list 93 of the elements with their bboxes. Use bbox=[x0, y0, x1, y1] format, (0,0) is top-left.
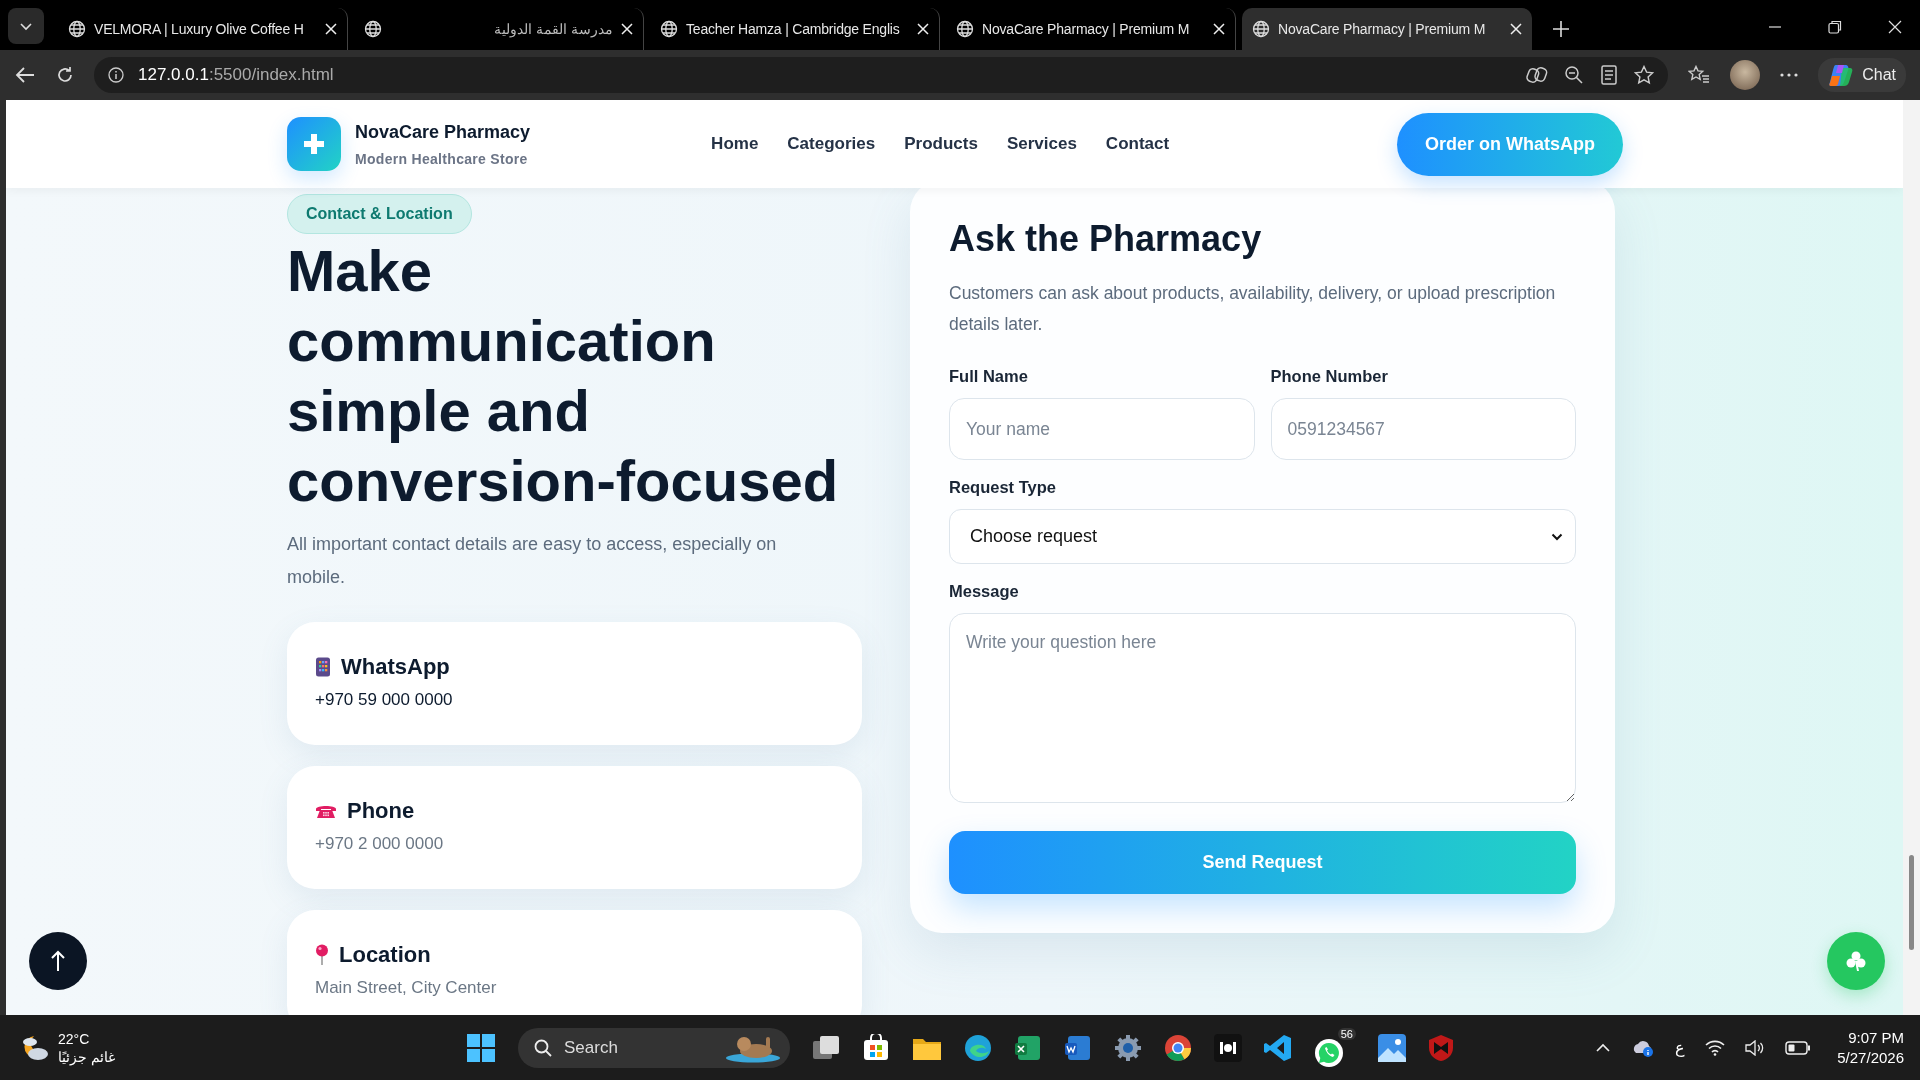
browser-tab[interactable]: NovaCare Pharmacy | Premium M bbox=[1242, 8, 1532, 50]
message-textarea[interactable]: Write your question here bbox=[949, 613, 1576, 803]
spreadsheet-icon[interactable] bbox=[1014, 1033, 1042, 1062]
globe-icon bbox=[660, 20, 678, 38]
nav-link[interactable]: Products bbox=[904, 134, 978, 154]
back-icon[interactable] bbox=[14, 66, 36, 84]
back-to-top-button[interactable] bbox=[29, 932, 87, 990]
gear-icon[interactable] bbox=[1114, 1033, 1142, 1062]
globe-icon bbox=[364, 20, 382, 38]
nav-link[interactable]: Home bbox=[711, 134, 759, 154]
zoom-out-icon[interactable] bbox=[1564, 65, 1585, 85]
close-icon[interactable] bbox=[1213, 23, 1225, 35]
task-view-icon[interactable] bbox=[812, 1034, 840, 1061]
moon-cloud-icon bbox=[20, 1033, 50, 1062]
reader-icon[interactable] bbox=[1600, 65, 1619, 85]
profile-avatar[interactable] bbox=[1730, 60, 1761, 90]
form-description: Customers can ask about products, availability, delivery, or upload prescription details later. bbox=[949, 282, 1557, 336]
info-icon bbox=[108, 67, 124, 83]
code-editor-icon[interactable] bbox=[1264, 1033, 1292, 1062]
contact-title: WhatsApp bbox=[341, 654, 450, 680]
time-text: 9:07 PM bbox=[1848, 1029, 1904, 1046]
close-icon[interactable] bbox=[621, 23, 633, 35]
reload-icon[interactable] bbox=[56, 66, 74, 84]
address-bar[interactable]: 127.0.0.1:5500/index.html bbox=[94, 57, 1669, 93]
intro-text: All important contact details are easy to access, especially on mobile. bbox=[287, 533, 778, 589]
brand-tagline: Modern Healthcare Store bbox=[355, 150, 529, 167]
wifi-icon[interactable] bbox=[1705, 1039, 1726, 1056]
plus-logo-icon[interactable] bbox=[287, 117, 341, 171]
url-text: 127.0.0.1:5500/index.html bbox=[138, 65, 334, 85]
battery-icon[interactable] bbox=[1785, 1040, 1812, 1055]
nav-link[interactable]: Contact bbox=[1105, 134, 1170, 154]
contact-title: Phone bbox=[347, 798, 415, 824]
clover-icon bbox=[1844, 949, 1868, 973]
globe-icon bbox=[1252, 20, 1270, 38]
globe-icon bbox=[68, 20, 86, 38]
nav-link[interactable]: Services bbox=[1006, 134, 1077, 154]
globe-icon bbox=[956, 20, 974, 38]
new-tab-icon[interactable] bbox=[1552, 20, 1570, 38]
tab-title: NovaCare Pharmacy | Premium M bbox=[1278, 21, 1487, 37]
weather-text: غائم جزئيًا bbox=[58, 1048, 115, 1065]
date-text: 5/27/2026 bbox=[1837, 1049, 1904, 1066]
contact-value: Main Street, City Center bbox=[315, 978, 498, 998]
mobile-phone-icon bbox=[315, 657, 331, 677]
browser-icon[interactable] bbox=[964, 1033, 992, 1062]
form-title: Ask the Pharmacy bbox=[949, 218, 1263, 260]
search-icon bbox=[534, 1038, 552, 1057]
chrome-icon[interactable] bbox=[1164, 1033, 1192, 1062]
close-icon[interactable] bbox=[325, 23, 337, 35]
favorites-icon[interactable] bbox=[1688, 65, 1711, 85]
tab-title: مدرسة القمة الدولية bbox=[493, 21, 613, 37]
chat-button[interactable]: Chat bbox=[1818, 58, 1906, 92]
page-heading: Make communication simple and conversion-focused bbox=[287, 237, 840, 515]
language-indicator[interactable]: ع bbox=[1675, 1038, 1686, 1057]
pushpin-icon bbox=[315, 944, 329, 966]
document-icon[interactable] bbox=[1064, 1033, 1092, 1062]
store-icon[interactable] bbox=[862, 1033, 890, 1062]
contact-value: +970 2 000 0000 bbox=[315, 834, 445, 854]
request-type-select[interactable]: Choose request bbox=[949, 509, 1576, 564]
section-badge: Contact & Location bbox=[287, 194, 472, 234]
clock[interactable]: 9:07 PM 5/27/2026 bbox=[1837, 1029, 1904, 1066]
notification-badge: 56 bbox=[1337, 1027, 1356, 1040]
close-icon[interactable] bbox=[917, 23, 929, 35]
photos-icon[interactable] bbox=[1378, 1033, 1406, 1062]
restore-icon[interactable] bbox=[1828, 20, 1842, 34]
contact-value: +970 59 000 0000 bbox=[315, 690, 454, 710]
taskbar-search[interactable]: Search bbox=[518, 1027, 790, 1068]
scrollbar[interactable] bbox=[1903, 100, 1920, 1015]
shield-icon[interactable] bbox=[1428, 1033, 1454, 1062]
tab-title: Teacher Hamza | Cambridge Englis bbox=[686, 21, 901, 37]
field-label: Full Name bbox=[949, 367, 1029, 386]
close-icon[interactable] bbox=[1510, 23, 1522, 35]
tab-title: VELMORA | Luxury Olive Coffee H bbox=[94, 21, 305, 37]
phone-input[interactable]: 0591234567 bbox=[1270, 398, 1576, 460]
tab-title: NovaCare Pharmacy | Premium M bbox=[982, 21, 1191, 37]
app-icon[interactable] bbox=[1214, 1033, 1242, 1062]
chevron-down-icon bbox=[1551, 532, 1563, 541]
chevron-up-icon[interactable] bbox=[1595, 1042, 1612, 1053]
speaker-icon[interactable] bbox=[1745, 1039, 1766, 1056]
field-label: Message bbox=[949, 582, 1020, 601]
nav-link[interactable]: Categories bbox=[787, 134, 876, 154]
temperature-text: 22°C bbox=[58, 1030, 91, 1047]
arrow-up-icon bbox=[50, 950, 66, 972]
field-label: Phone Number bbox=[1270, 367, 1389, 386]
windows-start-icon[interactable] bbox=[466, 1032, 496, 1063]
tab-list-button[interactable] bbox=[8, 8, 44, 44]
name-input[interactable]: Your name bbox=[949, 398, 1255, 460]
brand-name[interactable]: NovaCare Pharmacy bbox=[355, 121, 531, 143]
field-label: Request Type bbox=[949, 478, 1057, 497]
more-icon[interactable] bbox=[1780, 72, 1799, 78]
star-icon[interactable] bbox=[1634, 65, 1655, 85]
telephone-icon bbox=[315, 803, 337, 819]
close-icon[interactable] bbox=[1888, 20, 1902, 34]
contact-title: Location bbox=[339, 942, 431, 968]
